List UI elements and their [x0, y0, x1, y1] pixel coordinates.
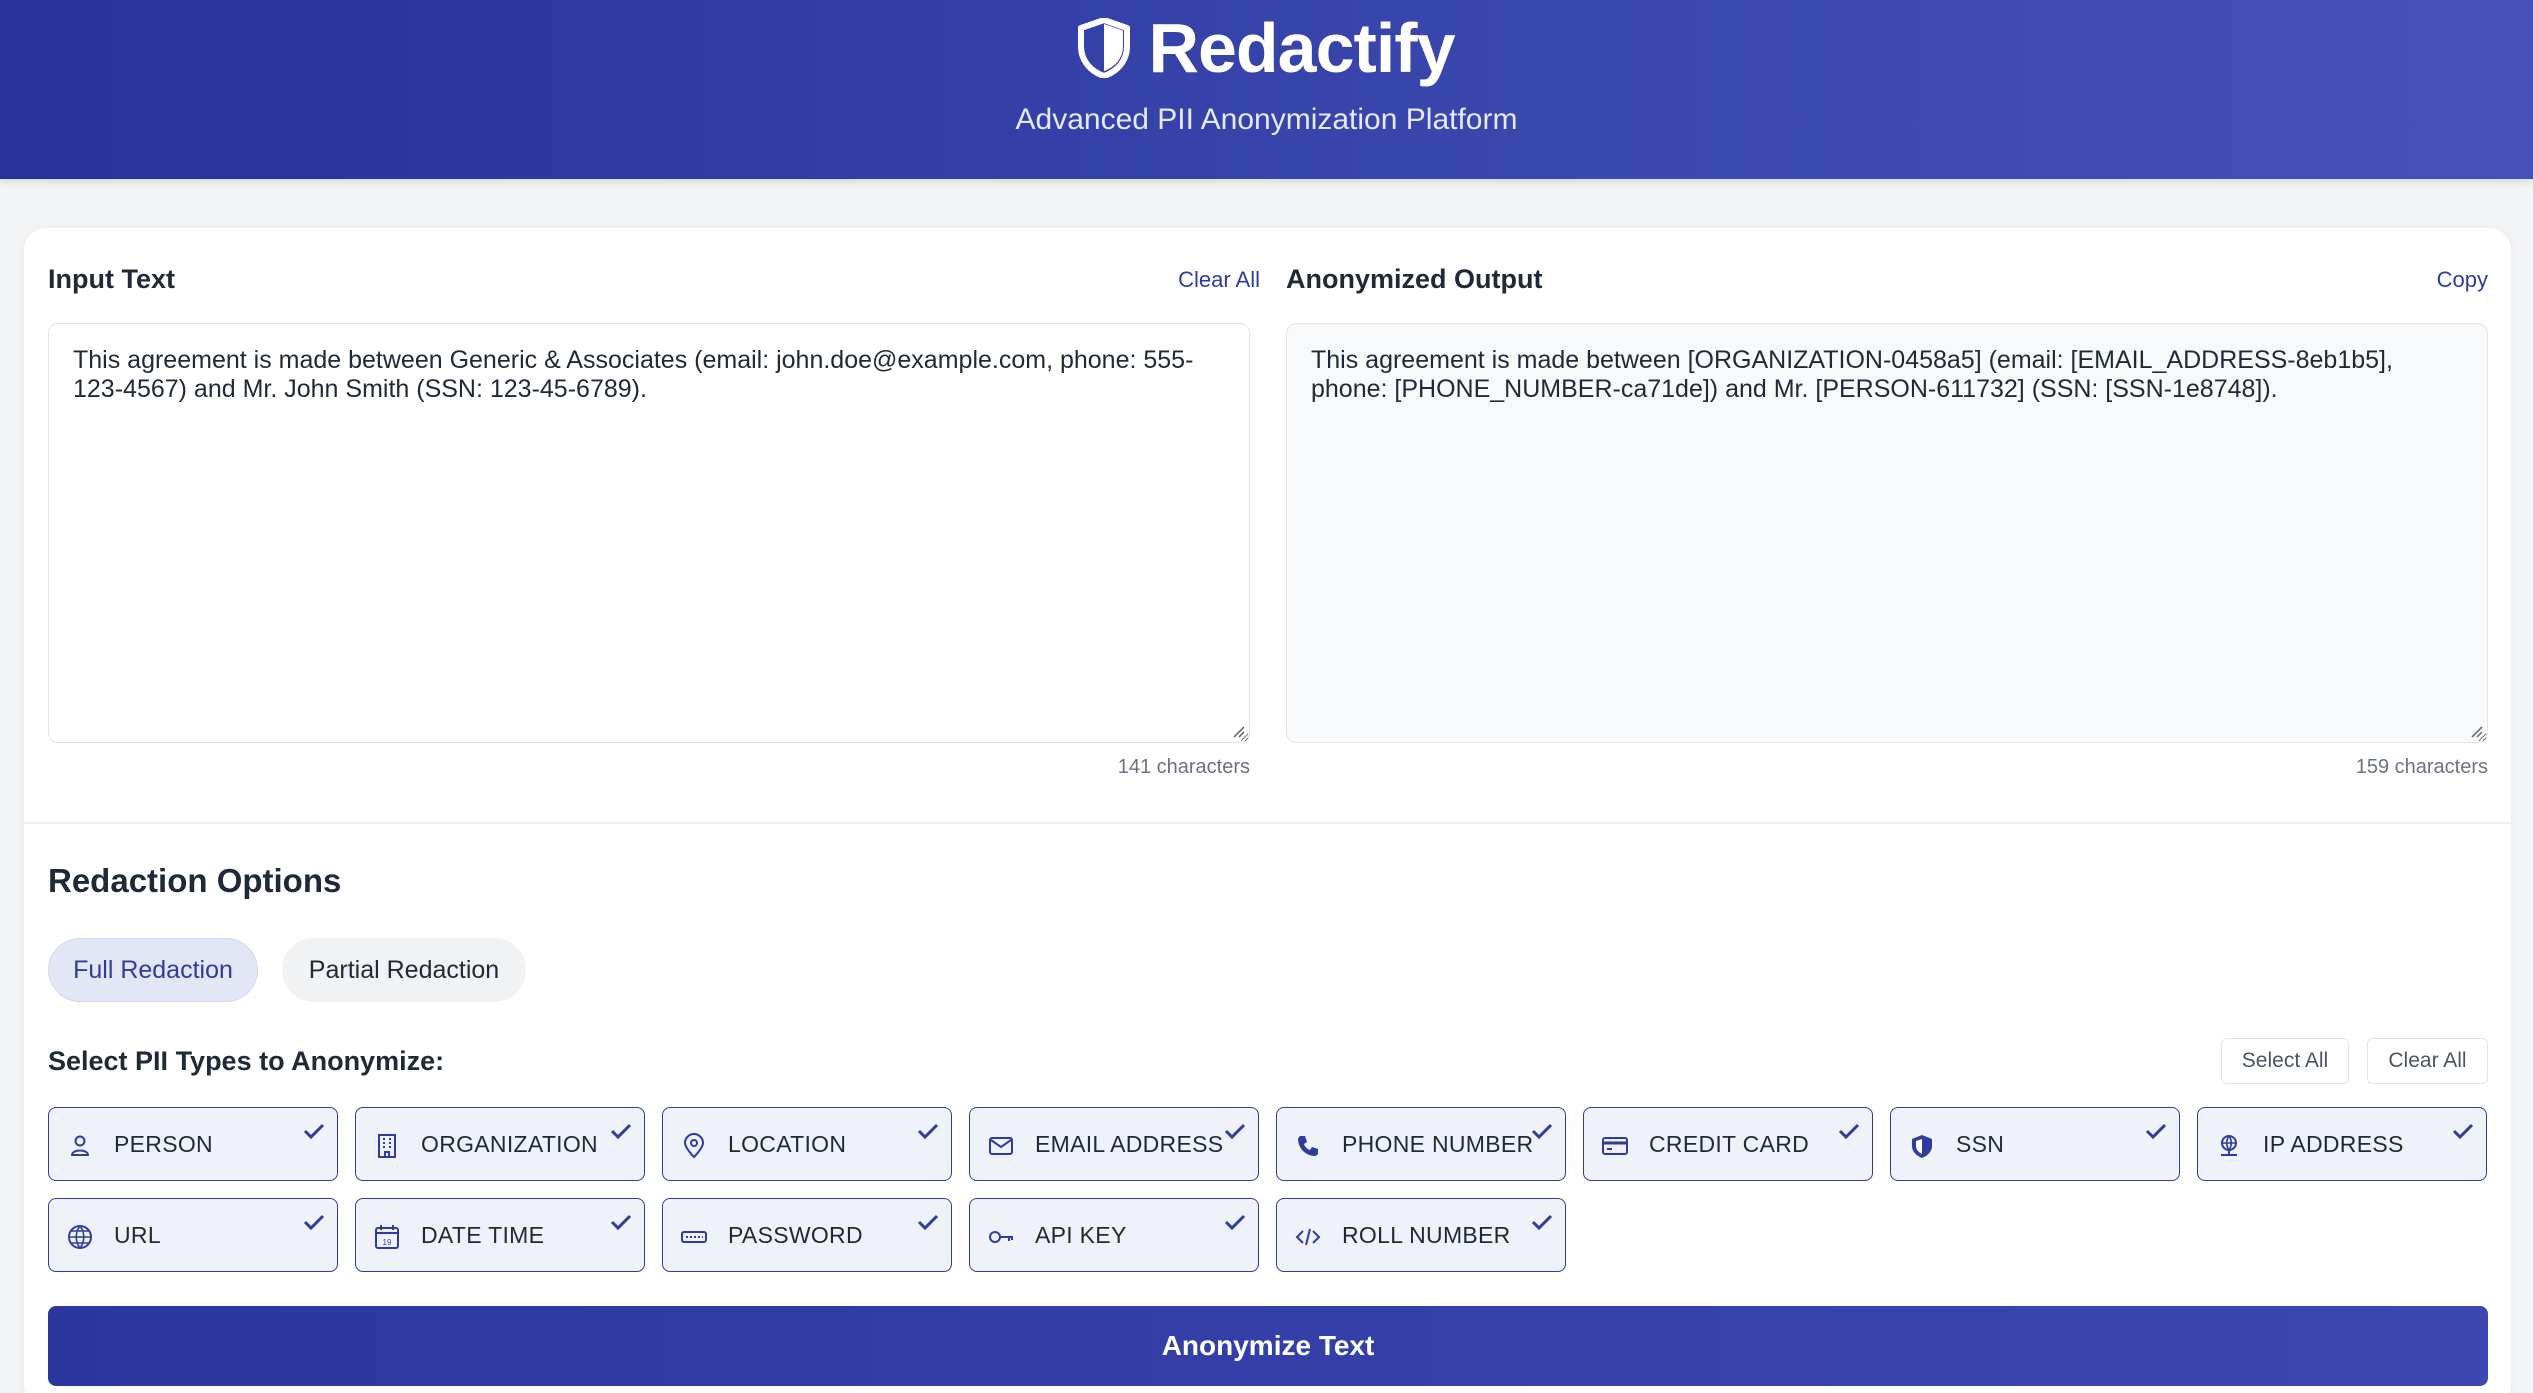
network-icon	[2221, 1135, 2237, 1156]
pii-chip-organization[interactable]: ORGANIZATION	[355, 1107, 645, 1181]
pii-chip-phone-number[interactable]: PHONE NUMBER	[1276, 1107, 1566, 1181]
pii-chip-api-key[interactable]: API KEY	[969, 1198, 1259, 1272]
pii-chip-label: PASSWORD	[728, 1222, 863, 1248]
pii-chip-url[interactable]: URL	[48, 1198, 338, 1272]
app-subtitle: Advanced PII Anonymization Platform	[1015, 103, 1518, 136]
check-icon	[303, 1214, 325, 1231]
section-divider	[24, 822, 2511, 824]
pii-chip-label: API KEY	[1035, 1222, 1127, 1248]
input-panel-header: Input Text Clear All	[48, 264, 1260, 295]
pii-chip-roll-number[interactable]: ROLL NUMBER	[1276, 1198, 1566, 1272]
shield-icon	[1078, 18, 1131, 78]
envelope-icon	[989, 1137, 1013, 1155]
check-icon	[1224, 1123, 1246, 1140]
input-textarea[interactable]: This agreement is made between Generic &…	[48, 323, 1250, 743]
pii-chip-label: SSN	[1956, 1131, 2005, 1157]
calendar-icon: 19	[375, 1225, 399, 1249]
output-text: This agreement is made between [ORGANIZA…	[1311, 346, 2393, 403]
clear-input-button[interactable]: Clear All	[1178, 267, 1260, 293]
redaction-options-title: Redaction Options	[48, 862, 342, 899]
pii-chip-label: ROLL NUMBER	[1342, 1222, 1511, 1248]
credit-card-icon	[1602, 1137, 1628, 1155]
svg-text:19: 19	[383, 1238, 392, 1247]
pii-chip-label: ORGANIZATION	[421, 1131, 598, 1157]
check-icon	[303, 1123, 325, 1140]
pii-chip-password[interactable]: PASSWORD	[662, 1198, 952, 1272]
partial-redaction-toggle[interactable]: Partial Redaction	[282, 938, 526, 1002]
pii-chip-person[interactable]: PERSON	[48, 1107, 338, 1181]
full-redaction-toggle[interactable]: Full Redaction	[48, 938, 258, 1002]
pii-chip-label: CREDIT CARD	[1649, 1131, 1810, 1157]
pii-chip-label: IP ADDRESS	[2263, 1131, 2404, 1157]
input-title: Input Text	[48, 264, 175, 294]
check-icon	[1224, 1214, 1246, 1231]
copy-output-button[interactable]: Copy	[2437, 267, 2488, 293]
check-icon	[2145, 1123, 2167, 1140]
check-icon	[917, 1214, 939, 1231]
phone-icon	[1298, 1136, 1318, 1156]
check-icon	[917, 1123, 939, 1140]
output-textarea[interactable]: This agreement is made between [ORGANIZA…	[1286, 323, 2488, 743]
location-pin-icon	[683, 1133, 705, 1159]
pii-chip-ssn[interactable]: SSN	[1890, 1107, 2180, 1181]
output-panel-header: Anonymized Output Copy	[1286, 264, 2488, 295]
check-icon	[1531, 1214, 1553, 1231]
pii-chip-label: LOCATION	[728, 1131, 847, 1157]
pii-chip-label: PERSON	[114, 1131, 213, 1157]
shield-icon	[1912, 1135, 1932, 1158]
pii-chip-label: URL	[114, 1222, 161, 1248]
pii-chip-location[interactable]: LOCATION	[662, 1107, 952, 1181]
output-title: Anonymized Output	[1286, 264, 1543, 294]
input-char-count: 141 characters	[1117, 756, 1250, 778]
password-icon	[681, 1231, 707, 1243]
resize-handle-icon[interactable]	[2469, 724, 2483, 738]
pii-chip-label: EMAIL ADDRESS	[1035, 1131, 1224, 1157]
check-icon	[1531, 1123, 1553, 1140]
check-icon	[1838, 1123, 1860, 1140]
pii-chip-credit-card[interactable]: CREDIT CARD	[1583, 1107, 1873, 1181]
globe-icon	[68, 1225, 92, 1250]
pii-chip-ip-address[interactable]: IP ADDRESS	[2197, 1107, 2487, 1181]
brand: Redactify	[0, 8, 2533, 88]
resize-handle-icon[interactable]	[1231, 724, 1245, 738]
pii-types-title: Select PII Types to Anonymize:	[48, 1046, 445, 1076]
app-title: Redactify	[1148, 9, 1455, 87]
check-icon	[610, 1123, 632, 1140]
pii-chip-date-time[interactable]: 19 DATE TIME	[355, 1198, 645, 1272]
output-char-count: 159 characters	[2355, 756, 2488, 778]
main-card: Input Text Clear All This agreement is m…	[24, 228, 2511, 1393]
app-header: Redactify Advanced PII Anonymization Pla…	[0, 0, 2533, 179]
clear-all-types-button[interactable]: Clear All	[2367, 1038, 2488, 1084]
building-icon	[378, 1134, 396, 1158]
key-icon	[989, 1231, 1013, 1243]
select-all-button[interactable]: Select All	[2221, 1038, 2349, 1084]
person-icon	[70, 1135, 90, 1156]
pii-chip-label: PHONE NUMBER	[1342, 1131, 1534, 1157]
code-icon	[1295, 1228, 1321, 1246]
anonymize-button[interactable]: Anonymize Text	[48, 1306, 2488, 1386]
check-icon	[610, 1214, 632, 1231]
pii-chip-email-address[interactable]: EMAIL ADDRESS	[969, 1107, 1259, 1181]
check-icon	[2452, 1123, 2474, 1140]
input-text: This agreement is made between Generic &…	[73, 346, 1194, 403]
pii-chip-label: DATE TIME	[421, 1222, 545, 1248]
